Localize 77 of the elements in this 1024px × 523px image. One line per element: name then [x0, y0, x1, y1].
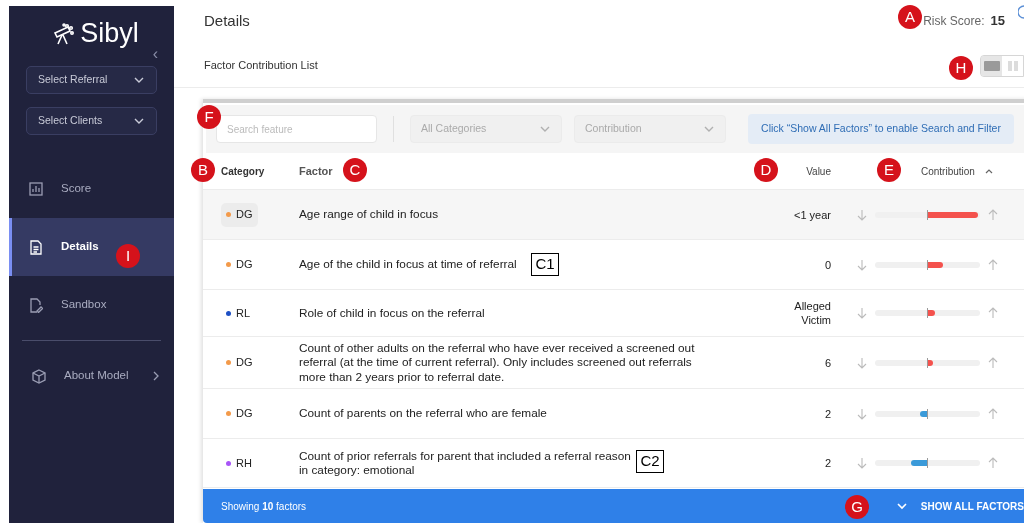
section-title: Factor Contribution List [204, 58, 318, 74]
arrow-down-icon [857, 407, 867, 420]
annotation-label: C2 [636, 450, 664, 473]
factor-cell: Role of child in focus on the referral [299, 305, 485, 321]
chevron-down-icon [133, 76, 145, 84]
card-view-icon [983, 60, 1000, 71]
nav-item[interactable]: Sandbox [9, 276, 174, 334]
annotation-label: C1 [531, 253, 559, 276]
sort-ascending-icon [984, 168, 993, 174]
select-label: Select Referral [38, 72, 108, 88]
table-row[interactable] [203, 337, 1024, 389]
annotation-marker: A [898, 5, 922, 29]
arrow-up-icon [988, 457, 998, 469]
referral-select[interactable]: Select Referral [26, 66, 157, 94]
annotation-marker: F [197, 105, 221, 129]
arrow-down-icon [857, 208, 867, 221]
arrow-up-icon [988, 307, 998, 319]
category-tag: DG [221, 350, 258, 375]
category-tag: DG [221, 252, 258, 277]
select-label: Select Clients [38, 113, 103, 129]
table-row[interactable]: DG Age range of child in focus <1 year [203, 190, 1024, 240]
risk-score-value: 15 [990, 12, 1005, 30]
value-cell-text: 2 [823, 456, 831, 470]
cube-icon [32, 368, 46, 384]
annotation-marker: B [191, 158, 215, 182]
arrow-up-icon [988, 258, 998, 271]
factor-cell: Age of the child in focus at time of referral [299, 257, 517, 272]
document-edit-icon [29, 297, 43, 313]
arrow-down-icon [857, 258, 867, 271]
column-view-icon [1007, 60, 1018, 71]
search-field[interactable]: Search feature [216, 115, 377, 143]
value-cell-text: <1 year [793, 207, 831, 222]
factor-cell-text: Count of other adults on the referral who have ever received a screened out referral (at the time of current referral). Only includes screened out referrals more than 2 years prior to referral date. [299, 340, 696, 385]
category-tag: RL [221, 301, 256, 325]
value-cell-text: 0 [823, 257, 831, 272]
factor-cell: Age range of child in focus [299, 207, 439, 222]
document-icon [29, 239, 43, 255]
referral-select[interactable]: Select Clients [26, 107, 157, 135]
collapse-button[interactable]: ‹ [152, 45, 158, 63]
arrow-up-icon [988, 356, 998, 369]
value-cell-text: 6 [823, 355, 831, 370]
factor-cell-text: Count of prior referrals for parent that included a referral reason in category: emotional [299, 448, 632, 478]
category-tag: DG [221, 401, 258, 426]
view-toggle-option[interactable] [981, 55, 1002, 76]
arrow-up-icon [988, 208, 998, 221]
app-logo: Sibyl [80, 20, 139, 47]
arrow-down-icon [857, 457, 867, 469]
chevron-right-icon [152, 371, 160, 381]
category-tag: RH [221, 451, 257, 475]
page-title: Details [204, 11, 250, 31]
arrow-down-icon [857, 307, 867, 319]
chevron-down-icon [896, 502, 907, 510]
value-cell-text: Alleged Victim [793, 299, 831, 327]
info-notice: Click “Show All Factors” to enable Search and Filter [748, 114, 1014, 144]
table-row[interactable]: RL Role of child in focus on the referral Alleged Victim [203, 290, 1024, 337]
chevron-down-icon [133, 117, 145, 125]
column-header[interactable]: Contribution [921, 163, 975, 179]
value-cell-text: 2 [823, 406, 831, 421]
factor-cell: Count of parents on the referral who are female [299, 406, 547, 421]
showing-count: Showing 10 factors [221, 499, 307, 514]
chevron-down-icon [703, 125, 715, 133]
telescope-icon [52, 22, 75, 45]
view-toggle-option[interactable] [1002, 55, 1023, 76]
column-header: Factor [299, 163, 333, 179]
table-row[interactable]: DG Count of parents on the referral who are female 2 [203, 389, 1024, 439]
show-all-factors-button[interactable]: SHOW ALL FACTORS [896, 498, 1024, 514]
chart-icon [29, 181, 43, 197]
column-header: Category [221, 164, 265, 179]
category-tag: DG [221, 202, 258, 227]
risk-score-label: Risk Score: [923, 12, 985, 30]
column-header: Value [806, 164, 831, 179]
arrow-down-icon [857, 356, 867, 369]
chevron-down-icon [539, 125, 551, 133]
nav-item[interactable]: About Model [9, 347, 174, 405]
annotation-marker: H [949, 56, 973, 80]
arrow-up-icon [988, 407, 998, 420]
nav-item[interactable]: Score [9, 160, 174, 218]
